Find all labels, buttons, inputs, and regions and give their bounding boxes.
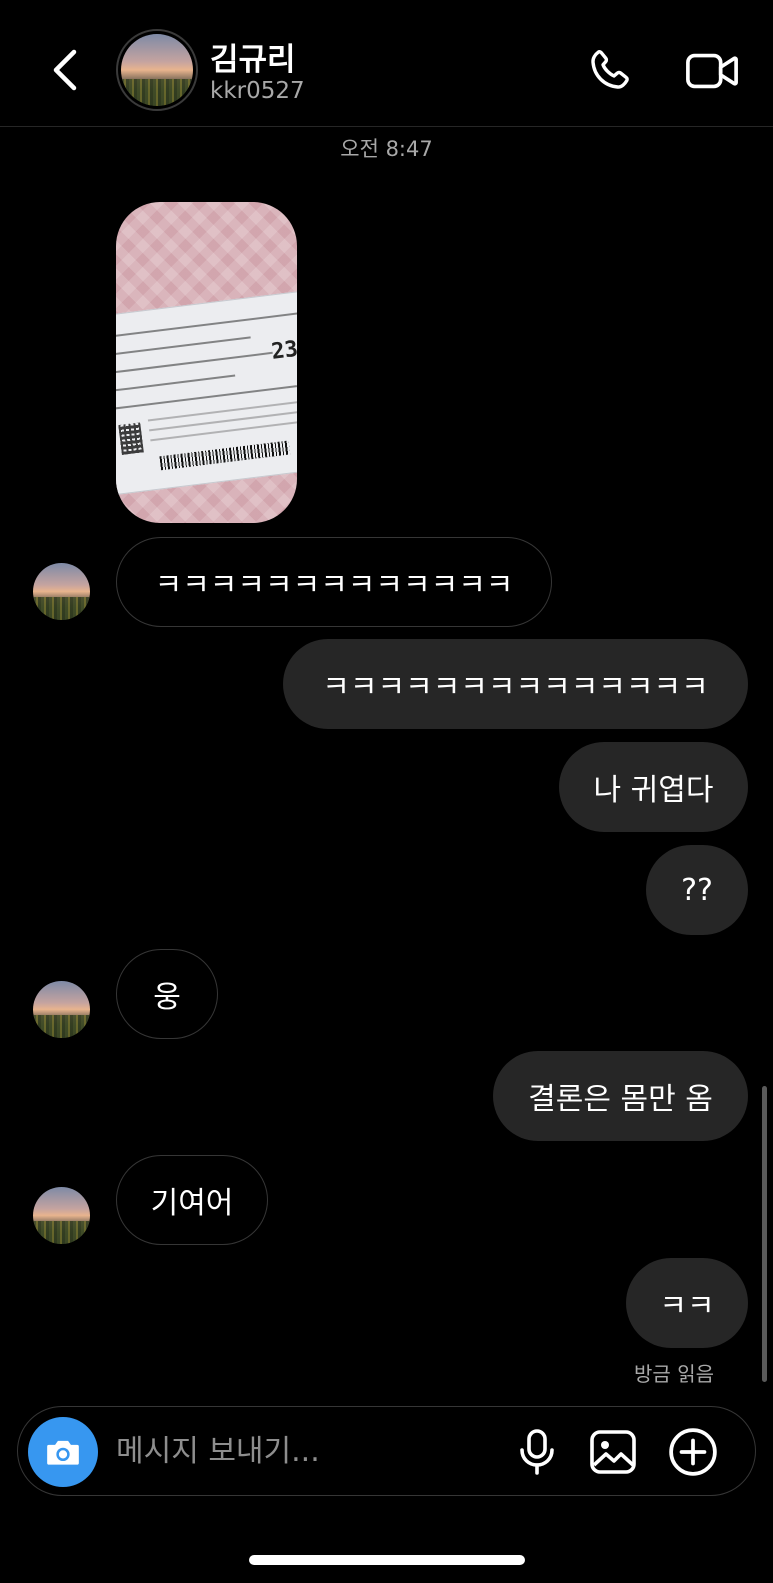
video-camera-icon — [686, 53, 738, 89]
message-text: ?? — [681, 872, 713, 908]
sender-avatar[interactable] — [33, 1187, 90, 1244]
message-text: 웅 — [153, 980, 181, 1015]
image-icon — [590, 1430, 636, 1474]
back-button[interactable] — [40, 40, 90, 100]
read-receipt: 방금 읽음 — [634, 1362, 714, 1386]
avatar-image — [121, 34, 193, 106]
microphone-icon — [520, 1429, 554, 1475]
message-text: 나 귀엽다 — [593, 773, 714, 808]
incoming-message-bubble[interactable]: ㅋㅋㅋㅋㅋㅋㅋㅋㅋㅋㅋㅋㅋ — [116, 537, 552, 627]
voice-message-button[interactable] — [512, 1425, 562, 1479]
chat-header: 김규리 kkr0527 — [0, 0, 773, 127]
ticket-number: 23.0 — [270, 333, 297, 365]
message-text: ㅋㅋㅋㅋㅋㅋㅋㅋㅋㅋㅋㅋㅋ — [154, 568, 514, 603]
barcode — [159, 440, 291, 471]
message-composer — [17, 1406, 756, 1496]
camera-button[interactable] — [28, 1417, 98, 1487]
plus-circle-icon — [669, 1428, 717, 1476]
qr-code — [118, 422, 144, 455]
sender-avatar[interactable] — [33, 563, 90, 620]
sender-avatar[interactable] — [33, 981, 90, 1038]
message-text: ㅋㅋ — [659, 1289, 715, 1324]
audio-call-button[interactable] — [582, 44, 636, 98]
incoming-message-bubble[interactable]: 기여어 — [116, 1155, 268, 1245]
outgoing-message-bubble[interactable]: 나 귀엽다 — [559, 742, 748, 832]
dm-screen: 김규리 kkr0527 오전 8:47 23.0 ㅋㅋㅋㅋㅋㅋㅋㅋㅋㅋㅋㅋㅋ ㅋ… — [0, 0, 773, 1583]
outgoing-message-bubble[interactable]: ㅋㅋㅋㅋㅋㅋㅋㅋㅋㅋㅋㅋㅋㅋ — [283, 639, 748, 729]
scrollbar[interactable] — [762, 1086, 767, 1382]
message-timestamp: 오전 8:47 — [340, 137, 433, 161]
home-indicator[interactable] — [249, 1555, 525, 1565]
outgoing-message-bubble[interactable]: 결론은 몸만 옴 — [493, 1051, 748, 1141]
chevron-left-icon — [53, 49, 77, 91]
contact-name[interactable]: 김규리 — [210, 34, 296, 79]
more-options-button[interactable] — [666, 1425, 720, 1479]
contact-handle[interactable]: kkr0527 — [210, 78, 305, 104]
photo-message[interactable]: 23.0 — [116, 202, 297, 523]
message-text: ㅋㅋㅋㅋㅋㅋㅋㅋㅋㅋㅋㅋㅋㅋ — [322, 670, 709, 705]
message-input[interactable] — [116, 1429, 496, 1473]
video-call-button[interactable] — [682, 44, 742, 98]
camera-icon — [47, 1440, 79, 1465]
incoming-message-bubble[interactable]: 웅 — [116, 949, 218, 1039]
message-text: 결론은 몸만 옴 — [528, 1082, 713, 1117]
outgoing-message-bubble[interactable]: ?? — [646, 845, 748, 935]
ticket-photo: 23.0 — [116, 288, 297, 496]
contact-avatar[interactable] — [116, 29, 198, 111]
phone-icon — [591, 50, 629, 89]
outgoing-message-bubble[interactable]: ㅋㅋ — [626, 1258, 748, 1348]
gallery-button[interactable] — [586, 1425, 640, 1479]
message-text: 기여어 — [150, 1186, 234, 1221]
